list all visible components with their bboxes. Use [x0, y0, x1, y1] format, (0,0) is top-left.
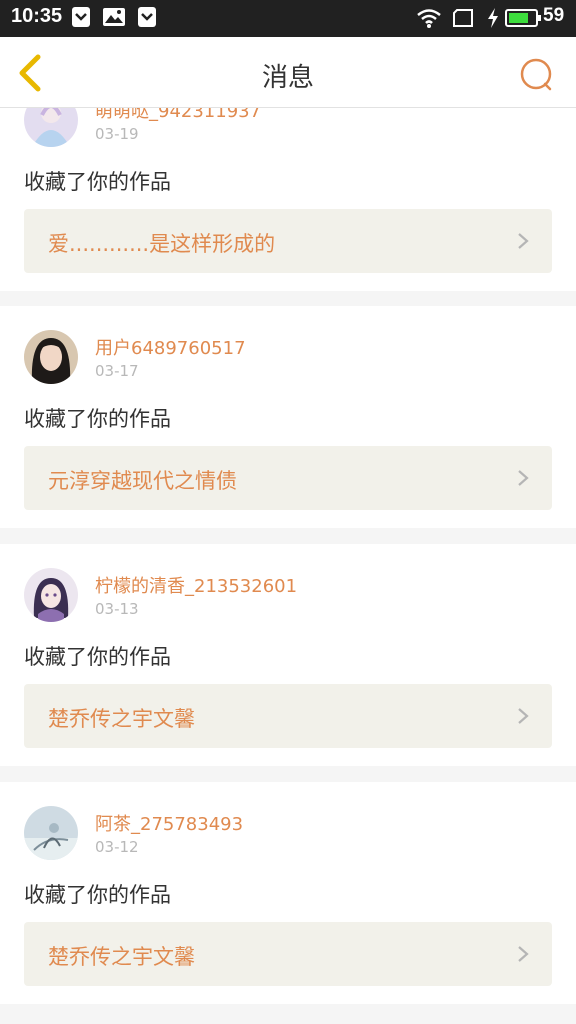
- message-card: 用户6489760517 03-17 收藏了你的作品 元淳穿越现代之情债: [0, 306, 576, 528]
- work-link[interactable]: 元淳穿越现代之情债: [24, 446, 552, 510]
- status-bar: 10:35 59: [0, 0, 576, 37]
- message-date: 03-12: [95, 838, 139, 856]
- work-link[interactable]: 楚乔传之宇文馨: [24, 684, 552, 748]
- message-card: 阿茶_275783493 03-12 收藏了你的作品 楚乔传之宇文馨: [0, 782, 576, 1004]
- battery-level: 59: [543, 5, 565, 26]
- username[interactable]: 阿茶_275783493: [95, 810, 243, 836]
- chevron-right-icon: [518, 470, 529, 486]
- message-list[interactable]: 萌萌哒_942311937 03-19 收藏了你的作品 爱...........…: [0, 37, 576, 1024]
- action-text: 收藏了你的作品: [24, 883, 171, 907]
- message-date: 03-19: [95, 125, 139, 143]
- nav-bar: 消息: [0, 37, 576, 108]
- avatar[interactable]: [24, 806, 78, 860]
- username[interactable]: 用户6489760517: [95, 334, 246, 360]
- work-title: 元淳穿越现代之情债: [48, 469, 237, 493]
- charging-icon: [488, 8, 498, 28]
- avatar[interactable]: [24, 568, 78, 622]
- message-date: 03-17: [95, 362, 139, 380]
- notification-shield-icon: [138, 7, 156, 27]
- chevron-right-icon: [518, 233, 529, 249]
- wifi-icon: [417, 9, 441, 28]
- work-link[interactable]: 爱............是这样形成的: [24, 209, 552, 273]
- username[interactable]: 柠檬的清香_213532601: [95, 572, 297, 598]
- work-title: 爱............是这样形成的: [48, 232, 276, 256]
- message-card: 柠檬的清香_213532601 03-13 收藏了你的作品 楚乔传之宇文馨: [0, 544, 576, 766]
- sim-card-icon: [453, 9, 473, 27]
- work-title: 楚乔传之宇文馨: [48, 707, 195, 731]
- action-text: 收藏了你的作品: [24, 170, 171, 194]
- chevron-right-icon: [518, 946, 529, 962]
- avatar[interactable]: [24, 330, 78, 384]
- page-title: 消息: [261, 63, 314, 93]
- battery-icon: [505, 9, 541, 27]
- status-time: 10:35: [11, 5, 63, 27]
- action-text: 收藏了你的作品: [24, 407, 171, 431]
- work-link[interactable]: 楚乔传之宇文馨: [24, 922, 552, 986]
- work-title: 楚乔传之宇文馨: [48, 945, 195, 969]
- chevron-right-icon: [518, 708, 529, 724]
- action-text: 收藏了你的作品: [24, 645, 171, 669]
- message-date: 03-13: [95, 600, 139, 618]
- notification-shield-icon: [72, 7, 90, 27]
- gallery-icon: [103, 8, 125, 26]
- search-icon[interactable]: [516, 55, 556, 95]
